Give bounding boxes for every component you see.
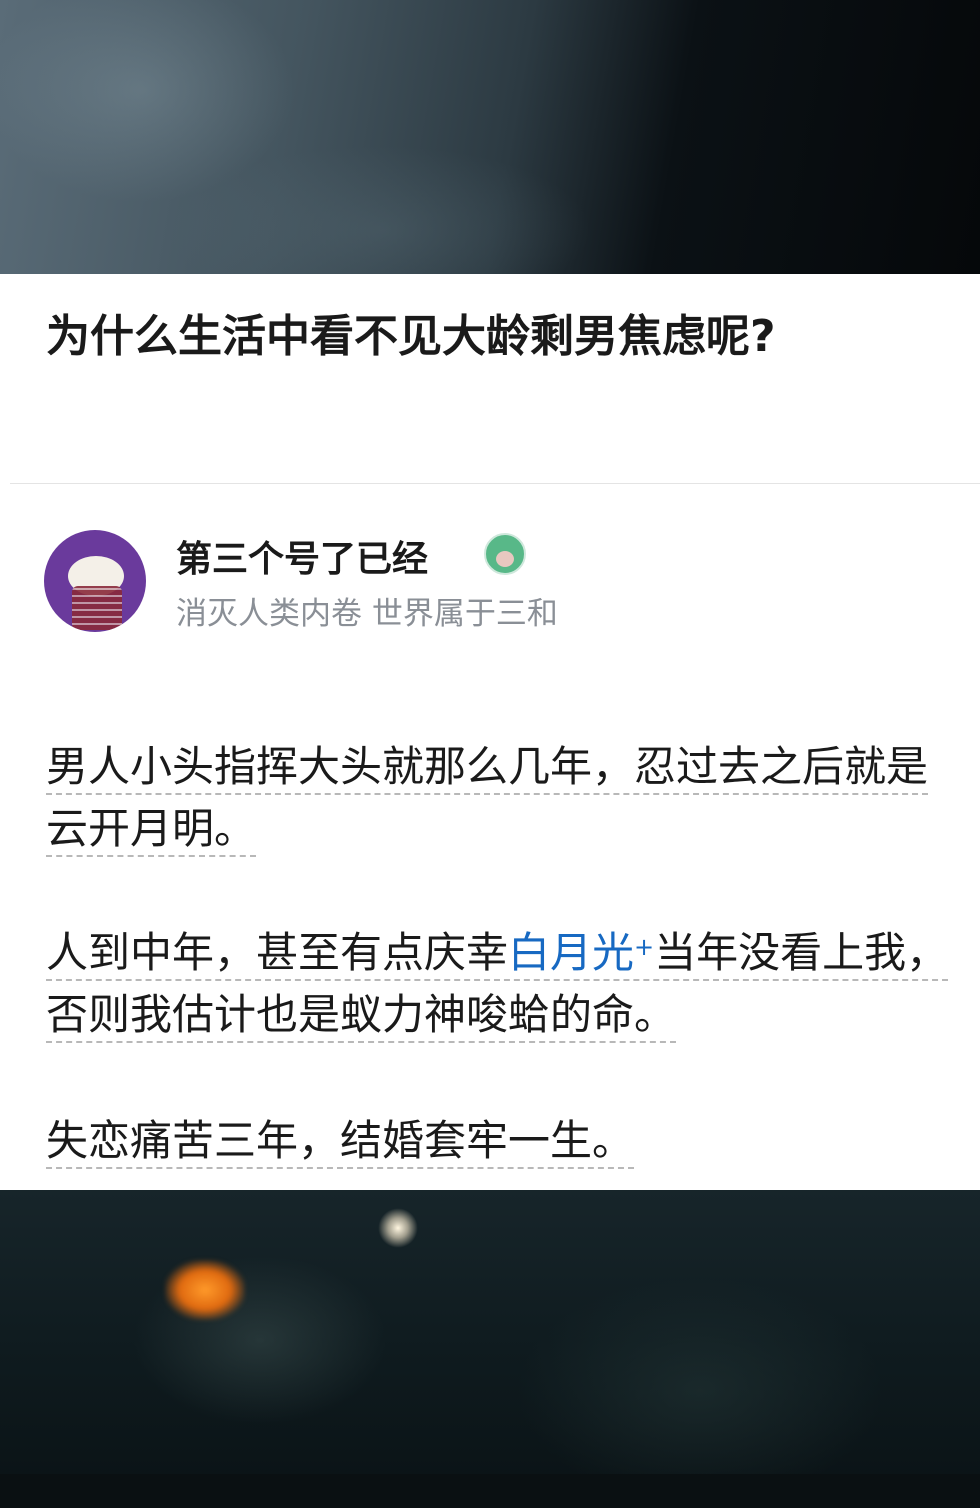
user-badge-icon bbox=[484, 533, 526, 575]
rain-window-image-top bbox=[0, 0, 980, 274]
question-title[interactable]: 为什么生活中看不见大龄剩男焦虑呢? bbox=[46, 302, 946, 372]
answer-text: 男人小头指挥大头就那么几年，忍过去之后就是云开月明。 bbox=[46, 742, 929, 857]
bottom-strip bbox=[0, 1474, 980, 1508]
author-bio: 消灭人类内卷 世界属于三和 bbox=[176, 596, 558, 632]
answer-text: 失恋痛苦三年，结婚套牢一生。 bbox=[46, 1116, 635, 1169]
answer-paragraph-2: 人到中年，甚至有点庆幸白月光+当年没看上我，否则我估计也是蚁力神唆蛤的命。 bbox=[46, 922, 951, 1046]
light-glow bbox=[165, 1260, 245, 1320]
keyword-link[interactable]: 白月光 bbox=[508, 928, 634, 977]
avatar-scarf bbox=[72, 586, 122, 630]
answer-card bbox=[0, 274, 980, 1190]
keyword-link-icon: + bbox=[634, 933, 655, 961]
rain-window-image-bottom bbox=[0, 1190, 980, 1508]
divider bbox=[10, 483, 980, 484]
light-glow bbox=[378, 1208, 418, 1248]
answer-paragraph-3: 失恋痛苦三年，结婚套牢一生。 bbox=[46, 1110, 951, 1172]
avatar[interactable] bbox=[44, 530, 146, 632]
answer-text: 人到中年，甚至有点庆幸 bbox=[46, 928, 509, 977]
answer-paragraph-1: 男人小头指挥大头就那么几年，忍过去之后就是云开月明。 bbox=[46, 736, 951, 860]
author-name[interactable]: 第三个号了已经 bbox=[176, 530, 428, 582]
